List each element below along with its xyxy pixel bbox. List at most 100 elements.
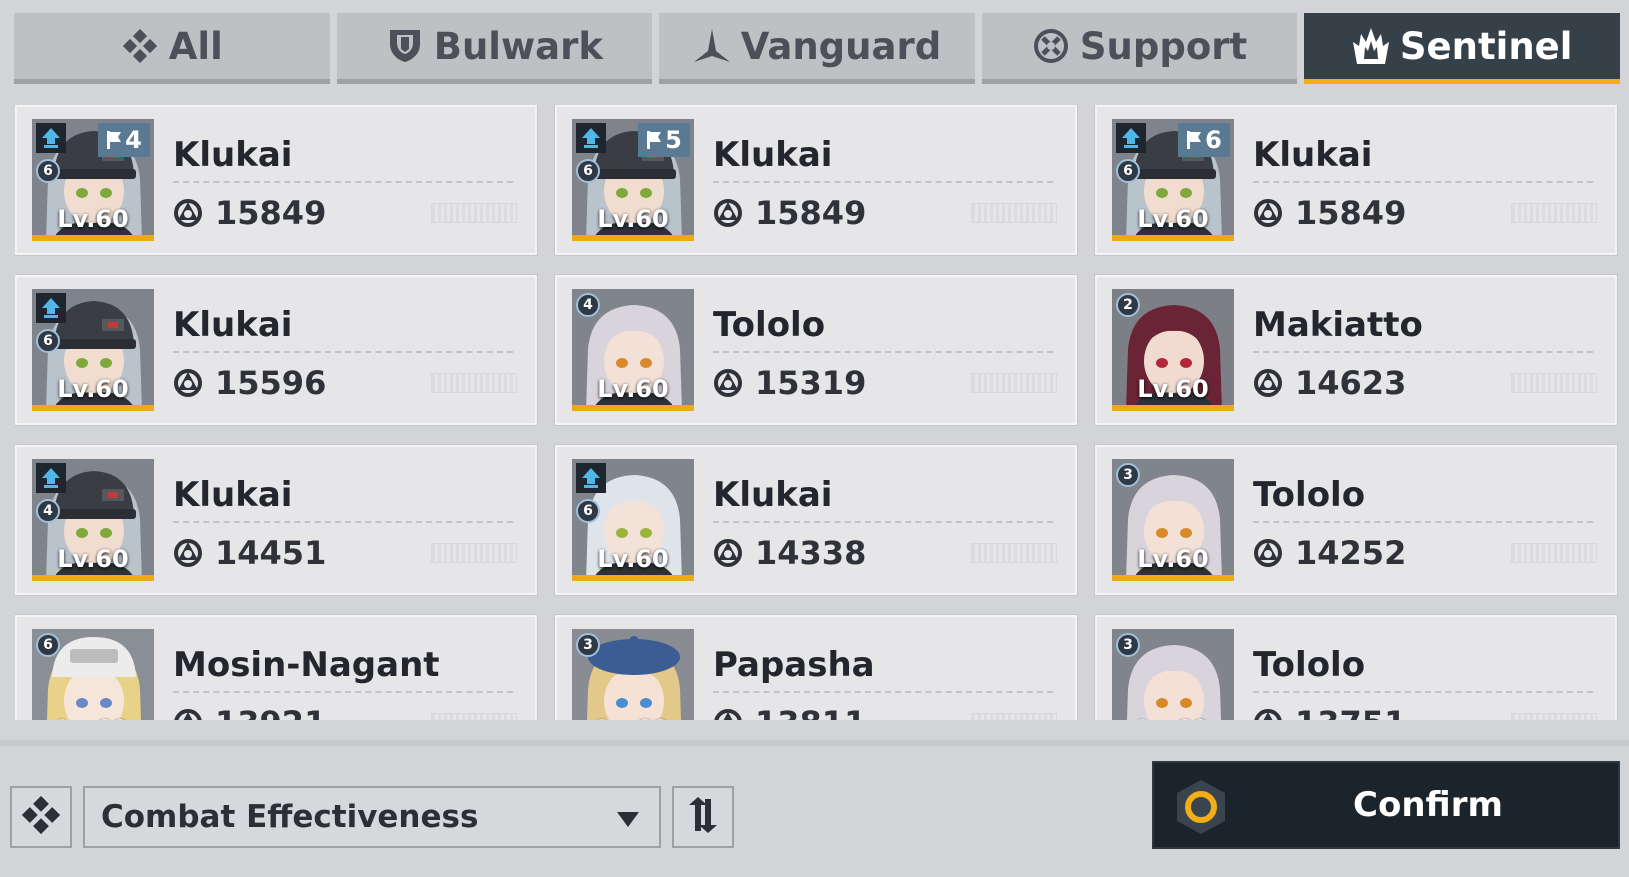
card-stamp	[431, 713, 517, 720]
dashed-divider	[1253, 521, 1593, 523]
upgrade-arrow-icon	[1116, 123, 1146, 153]
doll-card[interactable]: Lv.60 3 Tololo 13751	[1095, 615, 1617, 720]
card-stamp	[431, 203, 517, 223]
card-stamp	[971, 543, 1057, 563]
doll-card[interactable]: Lv.60 6 Klukai 14338	[555, 445, 1077, 595]
diamond-grid-icon	[121, 27, 159, 65]
doll-level: Lv.60	[57, 375, 129, 403]
combat-effectiveness-icon	[1254, 199, 1282, 227]
card-stamp	[971, 373, 1057, 393]
rank-badge: 6	[576, 159, 600, 183]
combat-effectiveness: 14623	[1253, 364, 1406, 402]
tab-bulwark[interactable]: Bulwark	[336, 13, 653, 84]
dashed-divider	[173, 521, 513, 523]
combat-effectiveness-value: 15596	[215, 364, 327, 402]
doll-level: Lv.60	[57, 545, 129, 573]
combat-effectiveness-value: 15319	[755, 364, 867, 402]
rank-badge: 3	[1116, 463, 1140, 487]
doll-portrait: Lv.60 2	[1112, 289, 1234, 411]
combat-effectiveness: 13751	[1253, 704, 1406, 720]
doll-portrait: Lv.60 6 4	[32, 119, 154, 241]
doll-level: Lv.60	[1137, 375, 1209, 403]
deploy-flag-count: 6	[1205, 126, 1222, 154]
footer-divider	[0, 740, 1629, 746]
doll-portrait: Lv.60 4	[572, 289, 694, 411]
sort-order-button[interactable]	[672, 786, 734, 848]
dashed-divider	[173, 691, 513, 693]
tab-vanguard-label: Vanguard	[740, 24, 942, 68]
sort-select[interactable]: Combat Effectiveness	[83, 786, 661, 848]
combat-effectiveness-value: 14338	[755, 534, 867, 572]
doll-card[interactable]: Lv.60 4 Tololo 15319	[555, 275, 1077, 425]
combat-effectiveness-value: 15849	[755, 194, 867, 232]
tab-sentinel[interactable]: Sentinel	[1304, 13, 1620, 84]
tab-support[interactable]: Support	[981, 13, 1298, 84]
doll-level: Lv.60	[57, 205, 129, 233]
rank-badge: 6	[36, 329, 60, 353]
doll-card[interactable]: Lv.60 6 Klukai 15596	[15, 275, 537, 425]
combat-effectiveness-icon	[714, 369, 742, 397]
flag-icon	[1187, 131, 1202, 149]
upgrade-arrow-icon	[36, 293, 66, 323]
combat-effectiveness-icon	[714, 709, 742, 720]
combat-effectiveness-value: 14451	[215, 534, 327, 572]
tab-vanguard[interactable]: Vanguard	[659, 13, 975, 84]
flag-icon	[647, 131, 662, 149]
doll-level: Lv.60	[1112, 715, 1234, 720]
rank-badge: 4	[36, 499, 60, 523]
combat-effectiveness-value: 15849	[215, 194, 327, 232]
confirm-label: Confirm	[1353, 785, 1503, 825]
doll-portrait: Lv.60 6	[32, 629, 154, 720]
doll-card[interactable]: Lv.60 2 Makiatto 14623	[1095, 275, 1617, 425]
chevron-down-icon	[617, 812, 639, 827]
combat-effectiveness: 15319	[713, 364, 866, 402]
combat-effectiveness: 14451	[173, 534, 326, 572]
upgrade-arrow-icon	[576, 463, 606, 493]
dashed-divider	[173, 351, 513, 353]
deploy-flag-count: 4	[125, 126, 142, 154]
doll-card[interactable]: Lv.60 4 Klukai 14451	[15, 445, 537, 595]
doll-portrait: Lv.60 3	[1112, 629, 1234, 720]
deploy-flag-badge: 6	[1178, 123, 1230, 157]
confirm-button[interactable]: Confirm	[1152, 761, 1620, 849]
doll-card[interactable]: Lv.60 6 4 Klukai 15849	[15, 105, 537, 255]
doll-portrait: Lv.60 6	[32, 289, 154, 411]
upgrade-arrow-icon	[576, 123, 606, 153]
doll-card[interactable]: Lv.60 3 Papasha 13811	[555, 615, 1077, 720]
rarity-bar	[572, 235, 694, 241]
deploy-flag-badge: 5	[638, 123, 690, 157]
doll-card[interactable]: Lv.60 6 Mosin-Nagant 13921	[15, 615, 537, 720]
doll-portrait: Lv.60 3	[1112, 459, 1234, 581]
combat-effectiveness-icon	[174, 709, 202, 720]
combat-effectiveness-value: 13751	[1295, 704, 1406, 720]
filter-button[interactable]	[10, 786, 72, 848]
combat-effectiveness: 13921	[173, 704, 326, 720]
dashed-divider	[1253, 181, 1593, 183]
rarity-bar	[1112, 405, 1234, 411]
combat-effectiveness-icon	[1254, 539, 1282, 567]
card-stamp	[971, 203, 1057, 223]
tab-all[interactable]: All	[14, 13, 330, 84]
spearhead-icon	[693, 27, 731, 65]
combat-effectiveness-icon	[174, 199, 202, 227]
doll-name: Tololo	[1253, 645, 1366, 685]
tab-all-label: All	[168, 24, 223, 68]
doll-level: Lv.60	[597, 545, 669, 573]
rarity-bar	[32, 575, 154, 581]
combat-effectiveness-icon	[1254, 369, 1282, 397]
doll-card[interactable]: Lv.60 6 5 Klukai 15849	[555, 105, 1077, 255]
rarity-bar	[1112, 575, 1234, 581]
crown-flame-icon	[1352, 27, 1390, 65]
combat-effectiveness-value: 15849	[1295, 194, 1407, 232]
rarity-bar	[32, 235, 154, 241]
rarity-bar	[32, 405, 154, 411]
diamond-grid-icon	[21, 795, 61, 838]
doll-level: Lv.60	[1137, 205, 1209, 233]
rarity-bar	[572, 405, 694, 411]
doll-card[interactable]: Lv.60 6 6 Klukai 15849	[1095, 105, 1617, 255]
dashed-divider	[1253, 351, 1593, 353]
doll-card[interactable]: Lv.60 3 Tololo 14252	[1095, 445, 1617, 595]
doll-grid: Lv.60 6 4 Klukai 15849 Lv.60 6 5 Klukai 15849 Lv.6…	[15, 105, 1621, 720]
doll-portrait: Lv.60 6 6	[1112, 119, 1234, 241]
shield-icon	[386, 27, 424, 65]
